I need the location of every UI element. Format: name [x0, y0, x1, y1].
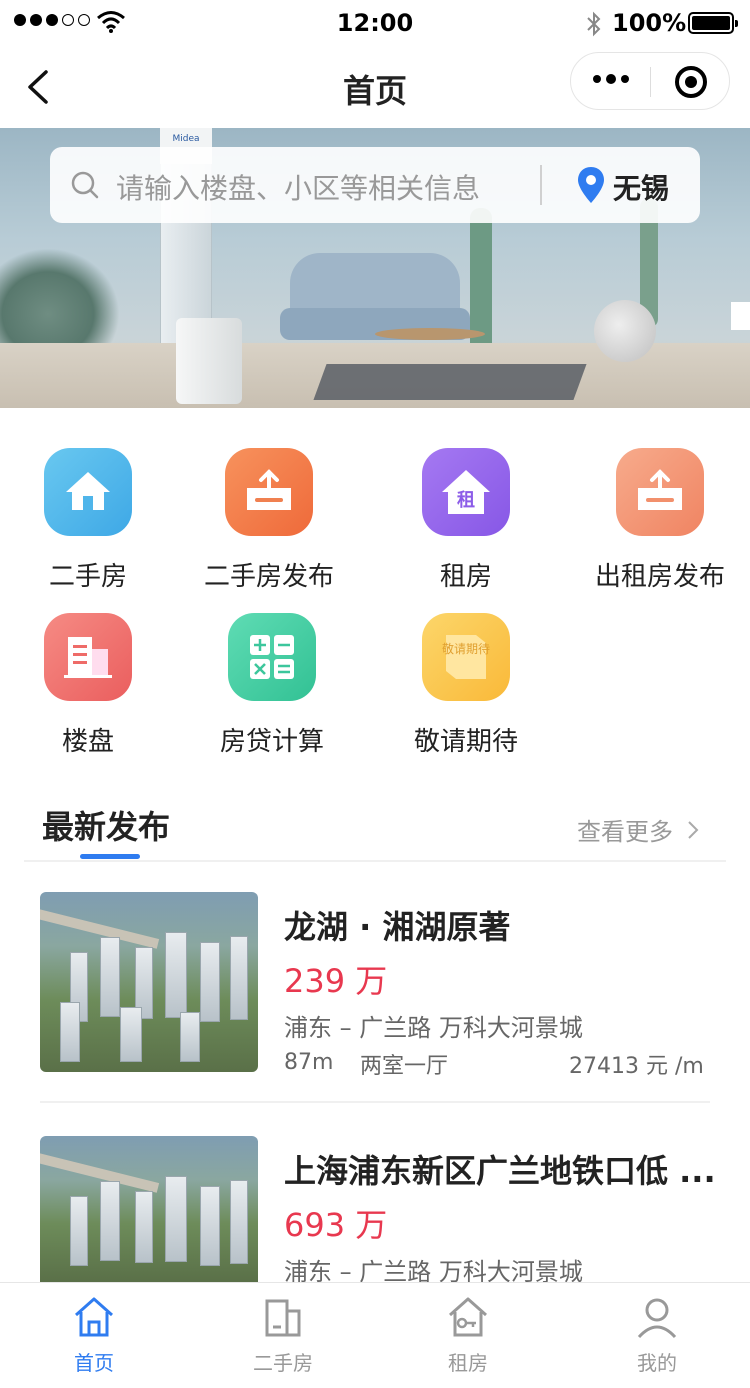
battery-icon [688, 12, 738, 34]
status-bar: 12:00 100% [0, 0, 750, 46]
listing-unit-price: 27413 元 /m [569, 1054, 704, 1079]
menu-item-rent-publish[interactable]: 出租房发布 [570, 408, 750, 592]
building-icon [265, 1299, 301, 1337]
latest-section-title: 最新发布 [42, 808, 171, 846]
more-icon[interactable] [593, 74, 629, 84]
search-icon [71, 171, 99, 199]
battery-percent: 100% [612, 9, 687, 37]
menu-item-mortgage-calculator[interactable]: 房贷计算 [182, 573, 362, 757]
menu-item-coming-soon[interactable]: 敬请期待 敬请期待 [376, 573, 556, 757]
tab-mine[interactable]: 我的 [597, 1283, 717, 1388]
bottom-tab-bar: 首页 二手房 租房 我的 [0, 1282, 750, 1388]
listing-rooms: 两室一厅 [360, 1054, 449, 1079]
rent-house-icon: 租 [422, 448, 510, 536]
house-icon [44, 448, 132, 536]
chevron-right-icon[interactable] [686, 820, 700, 840]
listing-location: 浦东 – 广兰路 万科大河景城 [284, 1014, 583, 1042]
location-pin-icon[interactable] [576, 165, 606, 205]
listing-area: 87m [284, 1050, 334, 1075]
service-grid: 二手房 二手房发布 租 租房 出租房发布 楼盘 房贷计算 敬请期待 敬请期待 [0, 408, 750, 788]
key-house-icon [449, 1297, 487, 1337]
svg-text:敬请期待: 敬请期待 [442, 642, 490, 656]
listing-price: 693 万 [284, 1206, 388, 1244]
view-more-link[interactable]: 查看更多 [577, 812, 673, 847]
menu-item-second-hand[interactable]: 二手房 [0, 408, 178, 592]
building-icon [44, 613, 132, 701]
menu-item-second-hand-publish[interactable]: 二手房发布 [179, 408, 359, 592]
tab-rent[interactable]: 租房 [408, 1283, 528, 1388]
bluetooth-icon [587, 11, 601, 37]
search-divider [540, 165, 542, 205]
listing-title: 龙湖 · 湘湖原著 [284, 908, 511, 946]
section-divider [24, 860, 726, 862]
listing-divider [40, 1101, 710, 1103]
capsule-divider [650, 67, 651, 97]
listing-card[interactable]: 龙湖 · 湘湖原著 239 万 浦东 – 广兰路 万科大河景城 87m 两室一厅… [0, 892, 750, 1136]
listing-price: 239 万 [284, 962, 388, 1000]
calculator-icon [228, 613, 316, 701]
section-title-underline [80, 854, 140, 859]
user-icon [637, 1298, 677, 1339]
city-selector[interactable]: 无锡 [613, 167, 669, 207]
upload-box-icon [225, 448, 313, 536]
nav-bar: 首页 [0, 46, 750, 128]
home-icon [75, 1297, 113, 1337]
menu-item-buildings[interactable]: 楼盘 [0, 573, 178, 757]
svg-text:租: 租 [457, 489, 475, 511]
miniprogram-capsule [570, 52, 730, 110]
coming-soon-icon: 敬请期待 [422, 613, 510, 701]
close-miniprogram-icon[interactable] [675, 66, 707, 98]
search-input[interactable]: 请输入楼盘、小区等相关信息 [116, 167, 480, 207]
tab-home[interactable]: 首页 [34, 1283, 154, 1388]
tab-second-hand[interactable]: 二手房 [223, 1283, 343, 1388]
listing-thumbnail [40, 1136, 258, 1282]
upload-box-icon [616, 448, 704, 536]
listing-title: 上海浦东新区广兰地铁口低 ... [284, 1152, 716, 1190]
listing-thumbnail [40, 892, 258, 1072]
search-bar[interactable]: 请输入楼盘、小区等相关信息 无锡 [50, 147, 700, 223]
menu-item-rent[interactable]: 租 租房 [376, 408, 556, 592]
